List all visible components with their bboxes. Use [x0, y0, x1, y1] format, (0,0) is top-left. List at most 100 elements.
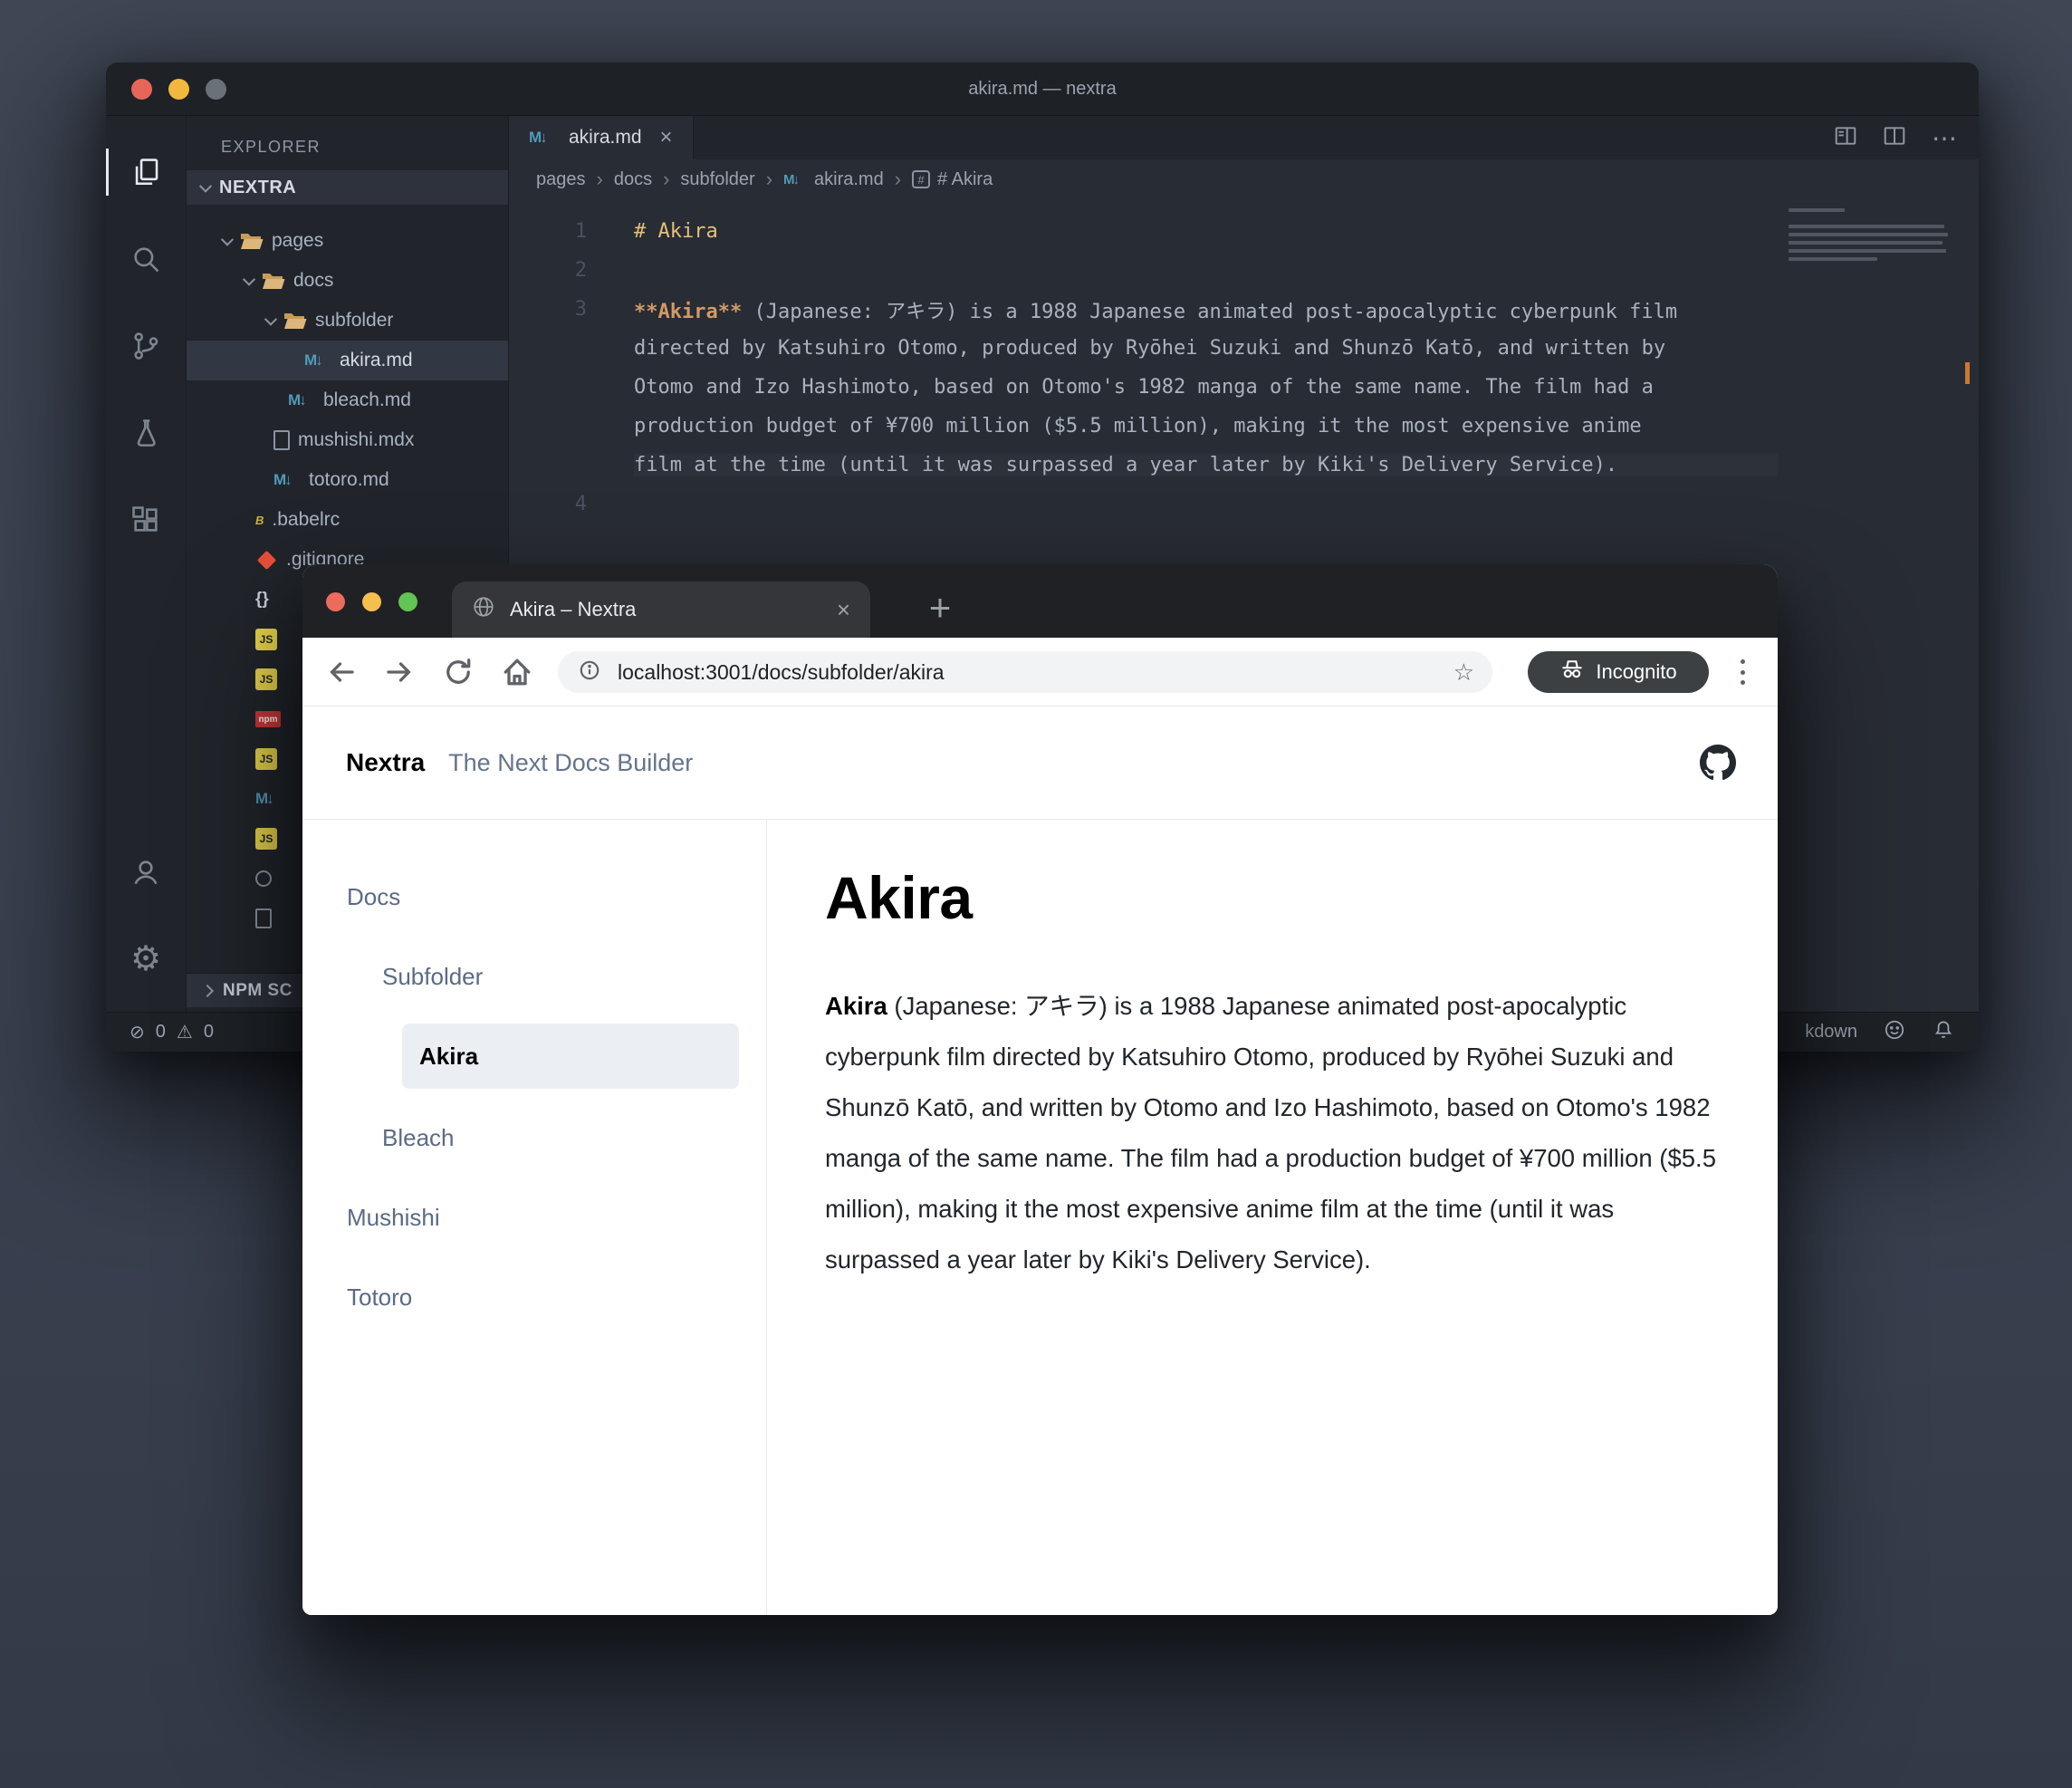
site-brand[interactable]: Nextra — [346, 748, 425, 777]
tree-item-subfolder[interactable]: subfolder — [187, 301, 508, 341]
chevron-right-icon — [201, 984, 214, 996]
error-icon: ⊘ — [130, 1021, 145, 1043]
minimize-window-button[interactable] — [362, 592, 381, 611]
feedback-smiley-icon[interactable] — [1883, 1018, 1906, 1047]
tree-item-pages[interactable]: pages — [187, 221, 508, 261]
incognito-icon — [1559, 657, 1585, 687]
explorer-icon[interactable] — [106, 129, 186, 216]
back-button[interactable] — [325, 656, 358, 688]
webpage: Nextra The Next Docs Builder Docs Subfol… — [302, 707, 1778, 1615]
new-tab-button[interactable]: + — [915, 582, 965, 633]
sidebar-item-bleach[interactable]: Bleach — [382, 1110, 455, 1165]
minimap[interactable] — [1778, 199, 1979, 1012]
open-preview-icon[interactable] — [1834, 124, 1857, 152]
tree-item-label: .babelrc — [272, 509, 340, 531]
source-control-icon[interactable] — [106, 303, 186, 389]
extensions-icon[interactable] — [106, 476, 186, 563]
account-icon[interactable] — [106, 829, 186, 916]
breadcrumb-item[interactable]: M↓ akira.md — [783, 169, 884, 190]
chevron-separator-icon: › — [597, 168, 603, 191]
tree-item-label: subfolder — [315, 310, 393, 332]
folder-open-icon — [240, 232, 264, 250]
sidebar-item-docs[interactable]: Docs — [347, 870, 400, 924]
bookmark-star-icon[interactable]: ☆ — [1453, 658, 1474, 687]
zoom-window-button[interactable] — [206, 79, 226, 100]
chevron-down-icon — [264, 313, 277, 326]
tree-item-label: mushishi.mdx — [298, 429, 414, 451]
tree-item-totoro-md[interactable]: M↓ totoro.md — [187, 460, 508, 500]
settings-gear-icon[interactable]: ⚙ — [106, 916, 186, 1003]
minimize-window-button[interactable] — [168, 79, 189, 100]
forward-button[interactable] — [383, 656, 416, 688]
code-row: directed by Katsuhiro Otomo, produced by… — [509, 329, 1778, 368]
scrollbar-marker — [1965, 362, 1970, 384]
run-debug-icon[interactable] — [106, 389, 186, 476]
close-window-button[interactable] — [326, 592, 345, 611]
code-row: production budget of ¥700 million ($5.5 … — [509, 407, 1778, 446]
address-bar[interactable]: localhost:3001/docs/subfolder/akira ☆ — [558, 651, 1492, 693]
babel-icon: B — [255, 514, 264, 527]
browser-toolbar: localhost:3001/docs/subfolder/akira ☆ In… — [302, 638, 1778, 707]
breadcrumb-item[interactable]: subfolder — [680, 169, 754, 190]
code-row: 2 — [509, 251, 1778, 290]
notifications-bell-icon[interactable] — [1932, 1018, 1955, 1047]
window-title: akira.md — nextra — [968, 79, 1116, 100]
sidebar-item-akira-active[interactable]: Akira — [402, 1024, 739, 1089]
folder-open-icon — [262, 272, 285, 290]
sidebar-item-totoro[interactable]: Totoro — [347, 1270, 412, 1324]
code-row: 1 # Akira — [509, 212, 1778, 251]
breadcrumb: pages › docs › subfolder › M↓ akira.md ›… — [509, 159, 1979, 199]
chevron-down-icon — [199, 180, 212, 193]
tree-item-mushishi-mdx[interactable]: mushishi.mdx — [187, 420, 508, 460]
explorer-title: EXPLORER — [187, 116, 508, 157]
javascript-icon: JS — [255, 629, 277, 650]
more-actions-icon[interactable]: ⋯ — [1932, 123, 1957, 153]
language-mode[interactable]: kdown — [1805, 1022, 1857, 1043]
chevron-down-icon — [243, 274, 255, 286]
search-icon[interactable] — [106, 216, 186, 303]
editor-tab-bar: M↓ akira.md × ⋯ — [509, 116, 1979, 159]
tree-item-bleach-md[interactable]: M↓ bleach.md — [187, 380, 508, 420]
tab-akira-md[interactable]: M↓ akira.md × — [509, 116, 694, 159]
sidebar-item-mushishi[interactable]: Mushishi — [347, 1190, 440, 1245]
close-icon[interactable]: × — [660, 125, 673, 150]
tree-item-label: pages — [272, 230, 323, 252]
home-button[interactable] — [501, 656, 533, 688]
warning-icon: ⚠ — [177, 1021, 193, 1043]
markdown-icon: M↓ — [529, 129, 556, 147]
article-paragraph: Akira (Japanese: アキラ) is a 1988 Japanese… — [825, 981, 1723, 1285]
tree-item-docs[interactable]: docs — [187, 261, 508, 301]
zoom-window-button[interactable] — [398, 592, 417, 611]
desktop: akira.md — nextra — [0, 0, 2072, 1788]
workspace-section-header[interactable]: NEXTRA — [187, 170, 508, 205]
incognito-label: Incognito — [1596, 660, 1676, 684]
split-editor-icon[interactable] — [1883, 124, 1906, 152]
browser-tab-bar: Akira – Nextra × + — [302, 564, 1778, 638]
breadcrumb-item[interactable]: # # Akira — [912, 169, 993, 190]
browser-tab[interactable]: Akira – Nextra × — [452, 582, 870, 638]
problems-status[interactable]: ⊘ 0 ⚠ 0 — [130, 1021, 214, 1043]
docs-sidebar: Docs Subfolder Akira Bleach Mushishi Tot… — [302, 820, 767, 1615]
site-info-icon[interactable] — [578, 658, 601, 687]
sidebar-item-subfolder[interactable]: Subfolder — [382, 949, 483, 1004]
tree-item-akira-md[interactable]: M↓ akira.md — [187, 341, 508, 380]
browser-menu-icon[interactable] — [1737, 658, 1748, 687]
error-count: 0 — [156, 1022, 166, 1043]
close-icon[interactable]: × — [837, 596, 850, 624]
site-tagline: The Next Docs Builder — [448, 749, 693, 777]
browser-window: Akira – Nextra × + localhost:3001/docs/s… — [302, 564, 1778, 1615]
breadcrumb-item[interactable]: docs — [614, 169, 652, 190]
breadcrumb-item[interactable]: pages — [536, 169, 586, 190]
tree-item-babelrc[interactable]: B .babelrc — [187, 500, 508, 540]
markdown-icon: M↓ — [783, 172, 807, 187]
tree-item-label: docs — [293, 270, 333, 292]
javascript-icon: JS — [255, 668, 277, 690]
github-icon[interactable] — [1700, 745, 1736, 781]
tree-item-label: bleach.md — [323, 389, 411, 411]
markdown-icon: M↓ — [304, 351, 331, 370]
chevron-separator-icon: › — [663, 168, 669, 191]
url-text: localhost:3001/docs/subfolder/akira — [618, 660, 1453, 685]
close-window-button[interactable] — [131, 79, 152, 100]
code-row: 3 **Akira** (Japanese: アキラ) is a 1988 Ja… — [509, 290, 1778, 329]
reload-button[interactable] — [442, 656, 475, 688]
